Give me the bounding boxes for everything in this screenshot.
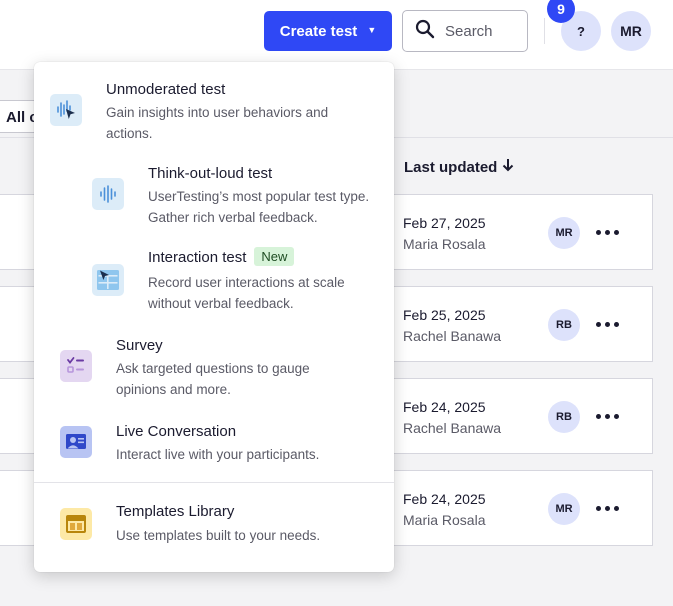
row-date: Feb 25, 2025 [403,307,486,323]
more-options-button[interactable] [592,219,622,245]
caret-down-icon: ▼ [367,25,377,35]
divider [544,18,545,44]
row-user: Rachel Banawa [403,420,502,436]
sort-last-updated[interactable]: Last updated [404,158,514,176]
more-options-button[interactable] [592,403,622,429]
search-icon [415,19,435,44]
row-date: Feb 24, 2025 [403,399,486,415]
search-input[interactable] [445,22,517,40]
row-date: Feb 24, 2025 [403,491,486,507]
new-badge: New [254,247,295,266]
row-user: Maria Rosala [403,236,486,252]
video-person-icon [60,426,92,458]
create-test-button[interactable]: Create test ▼ [264,11,392,51]
more-options-button[interactable] [592,311,622,337]
create-test-label: Create test [279,22,358,40]
column-header-label: Last updated [404,158,498,176]
template-icon [60,508,92,540]
avatar: MR [548,217,580,249]
interaction-title-text: Interaction test [148,249,247,266]
row-user: Rachel Banawa [403,328,502,344]
menu-item-survey[interactable]: Survey Ask targeted questions to gauge o… [34,330,394,402]
menu-item-description: Use templates built to your needs. [116,528,321,543]
top-bar: Create test ▼ ? 9 MR [0,0,673,70]
menu-item-unmoderated-test[interactable]: Unmoderated test Gain insights into user… [34,72,394,146]
menu-item-title: Templates Library [116,503,235,520]
menu-item-title: Survey [116,337,163,354]
avatar: RB [548,309,580,341]
menu-item-description: UserTesting’s most popular test type. Ga… [148,189,370,225]
arrow-down-icon [502,158,514,176]
menu-item-live-conversation[interactable]: Live Conversation Interact live with you… [34,416,394,472]
menu-item-description: Ask targeted questions to gauge opinions… [116,361,310,397]
more-options-button[interactable] [592,495,622,521]
row-user: Maria Rosala [403,512,486,528]
menu-item-title: Unmoderated test [106,81,226,98]
menu-item-templates-library[interactable]: Templates Library Use templates built to… [34,496,394,552]
create-test-menu: Unmoderated test Gain insights into user… [34,62,394,572]
waveform-icon [92,178,124,210]
avatar: MR [548,493,580,525]
menu-item-think-out-loud-test[interactable]: Think-out-loud test UserTesting’s most p… [34,158,394,230]
row-date: Feb 27, 2025 [403,215,486,231]
menu-item-description: Gain insights into user behaviors and ac… [106,105,329,141]
layout-cursor-icon [92,264,124,296]
user-avatar[interactable]: MR [611,11,651,51]
menu-item-title: Think-out-loud test [148,165,273,182]
menu-item-title: Interaction test New [148,247,295,266]
avatar: RB [548,401,580,433]
menu-item-description: Interact live with your participants. [116,447,320,462]
menu-item-interaction-test[interactable]: Interaction test New Record user interact… [34,244,394,316]
search-box[interactable] [402,10,528,52]
menu-item-description: Record user interactions at scale withou… [148,275,345,311]
menu-item-title: Live Conversation [116,423,237,440]
menu-divider [34,482,394,483]
waveform-cursor-icon [50,94,82,126]
checklist-icon [60,350,92,382]
